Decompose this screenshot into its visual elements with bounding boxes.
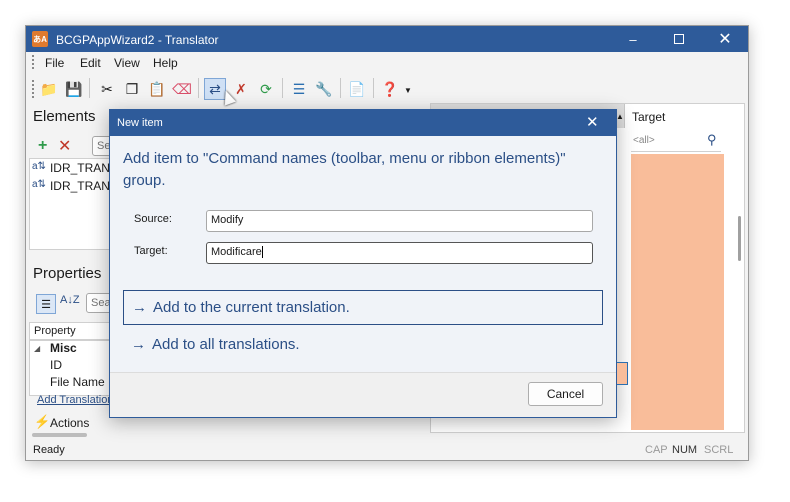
target-column-cells [631,154,724,430]
copy-icon[interactable]: ❐ [121,78,143,100]
menu-view[interactable]: View [114,56,140,70]
document-icon[interactable]: 📄 [346,78,368,100]
target-field[interactable]: Modificare [206,242,593,264]
toolbar-separator [373,78,374,98]
minimize-button[interactable]: – [610,26,656,52]
dialog-title: New item [117,117,163,129]
menu-file[interactable]: File [45,56,64,70]
paste-icon[interactable]: 📋 [146,78,168,100]
dialog-close-icon[interactable]: ✕ [586,113,599,131]
status-text: Ready [33,444,65,456]
arrow-right-icon: → [131,336,146,353]
toolbar: 📁 💾 ✂ ❐ 📋 ⌫ ⇄ ✗ ⟳ ☰ 🔧 📄 ❓ ▼ [26,74,416,106]
toolbar-separator [198,78,199,98]
list-item[interactable]: a⇅ IDR_TRANS [32,161,118,175]
add-icon[interactable]: + [38,137,47,155]
toolbar-separator [282,78,283,98]
menu-grip [32,55,34,69]
close-button[interactable]: ✕ [702,26,748,52]
source-label: Source: [134,213,172,225]
dialog-heading: Add item to "Command names (toolbar, men… [123,150,566,189]
source-field[interactable]: Modify [206,210,593,232]
tree-icon[interactable]: ☰ [288,78,310,100]
toolbar-separator [89,78,90,98]
toolbar-separator [340,78,341,98]
menu-help[interactable]: Help [153,56,178,70]
collapse-icon[interactable]: ◢ [34,344,40,353]
wrench-icon[interactable]: 🔧 [313,78,335,100]
num-indicator: NUM [672,444,698,456]
text-caret [261,246,263,259]
option2-label: Add to all translations. [152,336,300,353]
maximize-button[interactable] [656,26,702,52]
column-header-target[interactable]: Target [632,110,665,124]
properties-panel-title: Properties [33,265,102,282]
list-item-label: IDR_TRANS [49,179,118,193]
add-translation-link[interactable]: Add Translation [37,394,113,406]
window-title: BCGPAppWizard2 - Translator [56,33,219,47]
arrow-right-icon: → [132,299,147,316]
refresh-icon[interactable]: ⟳ [255,78,277,100]
cut-icon[interactable]: ✂ [96,78,118,100]
app-icon: あA [32,31,48,47]
target-field-value: Modificare [211,246,262,258]
cap-indicator: CAP [645,444,668,456]
add-to-current-translation-link[interactable]: → Add to the current translation. [123,290,603,325]
title-bar: あA BCGPAppWizard2 - Translator – ✕ [26,26,748,52]
property-column-header: Property [29,322,114,340]
property-row-id[interactable]: ID [50,358,62,372]
option1-label: Add to the current translation. [153,299,350,316]
new-item-dialog: New item ✕ Add item to "Command names (t… [109,109,617,418]
string-icon: a⇅ [32,179,46,190]
property-group: Misc [50,341,77,355]
lightning-icon: ⚡ [34,414,51,429]
menu-edit[interactable]: Edit [80,56,101,70]
scrl-indicator: SCRL [704,444,734,456]
sort-alpha-icon[interactable]: A↓Z [60,294,80,306]
target-label: Target: [134,245,168,257]
actions-label[interactable]: Actions [50,416,89,430]
delete-icon[interactable]: ✕ [58,136,71,156]
sort-arrow-icon: ▲ [616,112,624,121]
property-row-filename[interactable]: File Name [50,375,105,389]
save-icon[interactable]: 💾 [63,78,85,100]
toolbar-grip [32,80,34,98]
help-icon[interactable]: ❓ [379,78,401,100]
horizontal-scrollbar[interactable] [32,433,87,437]
cancel-button[interactable]: Cancel [528,382,603,406]
elements-panel-title: Elements [33,108,96,125]
vertical-scrollbar[interactable] [738,216,741,261]
add-to-all-translations-link[interactable]: → Add to all translations. [123,327,603,362]
menu-bar: File Edit View Help [26,52,748,74]
help-dropdown-icon[interactable]: ▼ [404,86,412,95]
categorized-icon[interactable]: ☰ [36,294,56,314]
string-icon: a⇅ [32,161,46,172]
open-folder-icon[interactable]: 📁 [38,78,60,100]
filter-search-icon[interactable]: ⚲ [707,132,717,148]
dialog-title-bar: New item ✕ [110,110,616,136]
eraser-icon[interactable]: ⌫ [171,78,193,100]
list-item[interactable]: a⇅ IDR_TRANS [32,179,118,193]
selected-cell-outline [617,362,628,385]
status-bar: Ready CAP NUM SCRL [26,440,748,460]
list-item-label: IDR_TRANS [49,161,118,175]
